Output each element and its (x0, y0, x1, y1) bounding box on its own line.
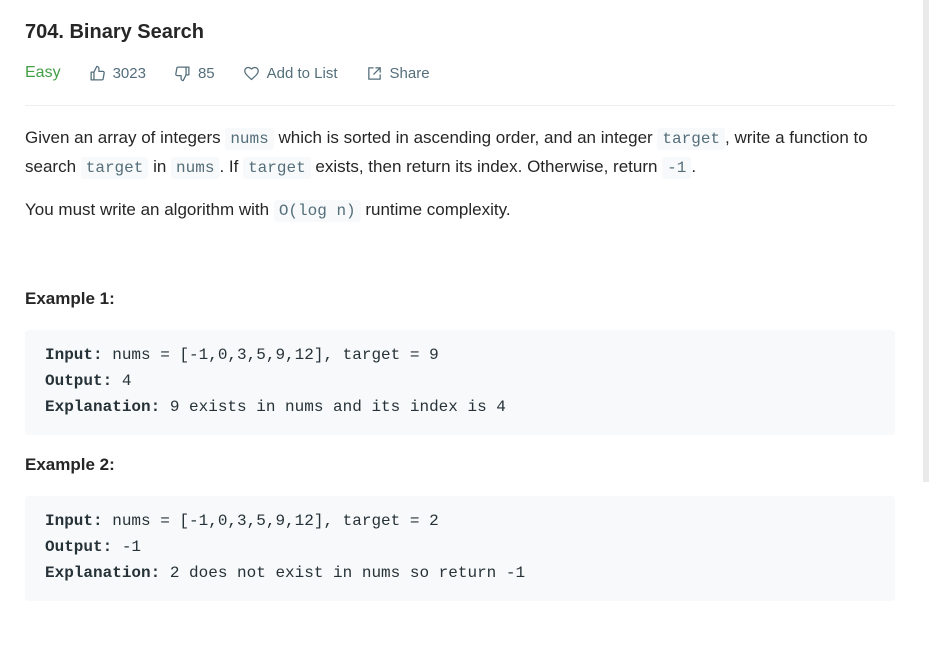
description-text: runtime complexity. (360, 200, 511, 219)
example-1-block: Input: nums = [-1,0,3,5,9,12], target = … (25, 330, 895, 435)
share-button[interactable]: Share (366, 65, 430, 82)
example-output-value: 4 (112, 372, 132, 390)
example-2-heading: Example 2: (25, 455, 115, 474)
example-output-value: -1 (112, 538, 142, 556)
example-output-label: Output: (45, 538, 113, 556)
description-text: exists, then return its index. Otherwise… (310, 157, 663, 176)
example-output-line: Output: -1 (45, 534, 875, 560)
description-text: Given an array of integers (25, 128, 226, 147)
example-input-label: Input: (45, 512, 103, 530)
example-explanation-label: Explanation: (45, 564, 161, 582)
add-to-list-label: Add to List (266, 64, 338, 82)
example-output-label: Output: (45, 372, 113, 390)
difficulty-badge: Easy (25, 64, 61, 81)
example-explanation-label: Explanation: (45, 398, 161, 416)
example-1-heading: Example 1: (25, 289, 115, 308)
inline-code: nums (225, 128, 274, 150)
example-explanation-value: 9 exists in nums and its index is 4 (160, 398, 506, 416)
thumbs-up-icon (90, 65, 105, 81)
example-input-value: nums = [-1,0,3,5,9,12], target = 2 (102, 512, 439, 530)
share-icon (367, 66, 381, 80)
header-divider (25, 105, 895, 106)
inline-code: target (657, 128, 726, 150)
description-paragraph-2: You must write an algorithm with O(log n… (25, 196, 895, 225)
share-label: Share (389, 64, 430, 82)
description-text: which is sorted in ascending order, and … (273, 128, 658, 147)
inline-code: O(log n) (273, 200, 361, 222)
description-paragraph-1: Given an array of integers nums which is… (25, 124, 895, 182)
description-text: . If (219, 157, 244, 176)
description-text: You must write an algorithm with (25, 200, 274, 219)
description-text: . (691, 157, 697, 176)
example-input-value: nums = [-1,0,3,5,9,12], target = 9 (102, 346, 439, 364)
inline-code: -1 (662, 157, 692, 179)
example-explanation-value: 2 does not exist in nums so return -1 (160, 564, 526, 582)
description-text: in (148, 157, 172, 176)
problem-title: 704. Binary Search (25, 21, 204, 43)
dislike-count: 85 (197, 64, 215, 82)
dislike-button[interactable]: 85 (174, 65, 215, 82)
example-explanation-line: Explanation: 2 does not exist in nums so… (45, 560, 875, 586)
add-to-list-button[interactable]: Add to List (243, 65, 338, 82)
thumbs-down-icon (175, 65, 190, 81)
inline-code: target (80, 157, 149, 179)
like-button[interactable]: 3023 (89, 65, 146, 82)
inline-code: nums (171, 157, 220, 179)
example-input-label: Input: (45, 346, 103, 364)
inline-code: target (243, 157, 311, 179)
example-input-line: Input: nums = [-1,0,3,5,9,12], target = … (45, 508, 875, 534)
example-input-line: Input: nums = [-1,0,3,5,9,12], target = … (45, 342, 875, 368)
example-explanation-line: Explanation: 9 exists in nums and its in… (45, 394, 875, 420)
heart-icon (243, 66, 259, 80)
like-count: 3023 (112, 64, 146, 82)
example-output-line: Output: 4 (45, 368, 875, 394)
scrollbar[interactable] (923, 0, 929, 482)
problem-meta-bar: Easy 3023 85 Add to List Share (25, 62, 458, 84)
example-2-block: Input: nums = [-1,0,3,5,9,12], target = … (25, 496, 895, 601)
